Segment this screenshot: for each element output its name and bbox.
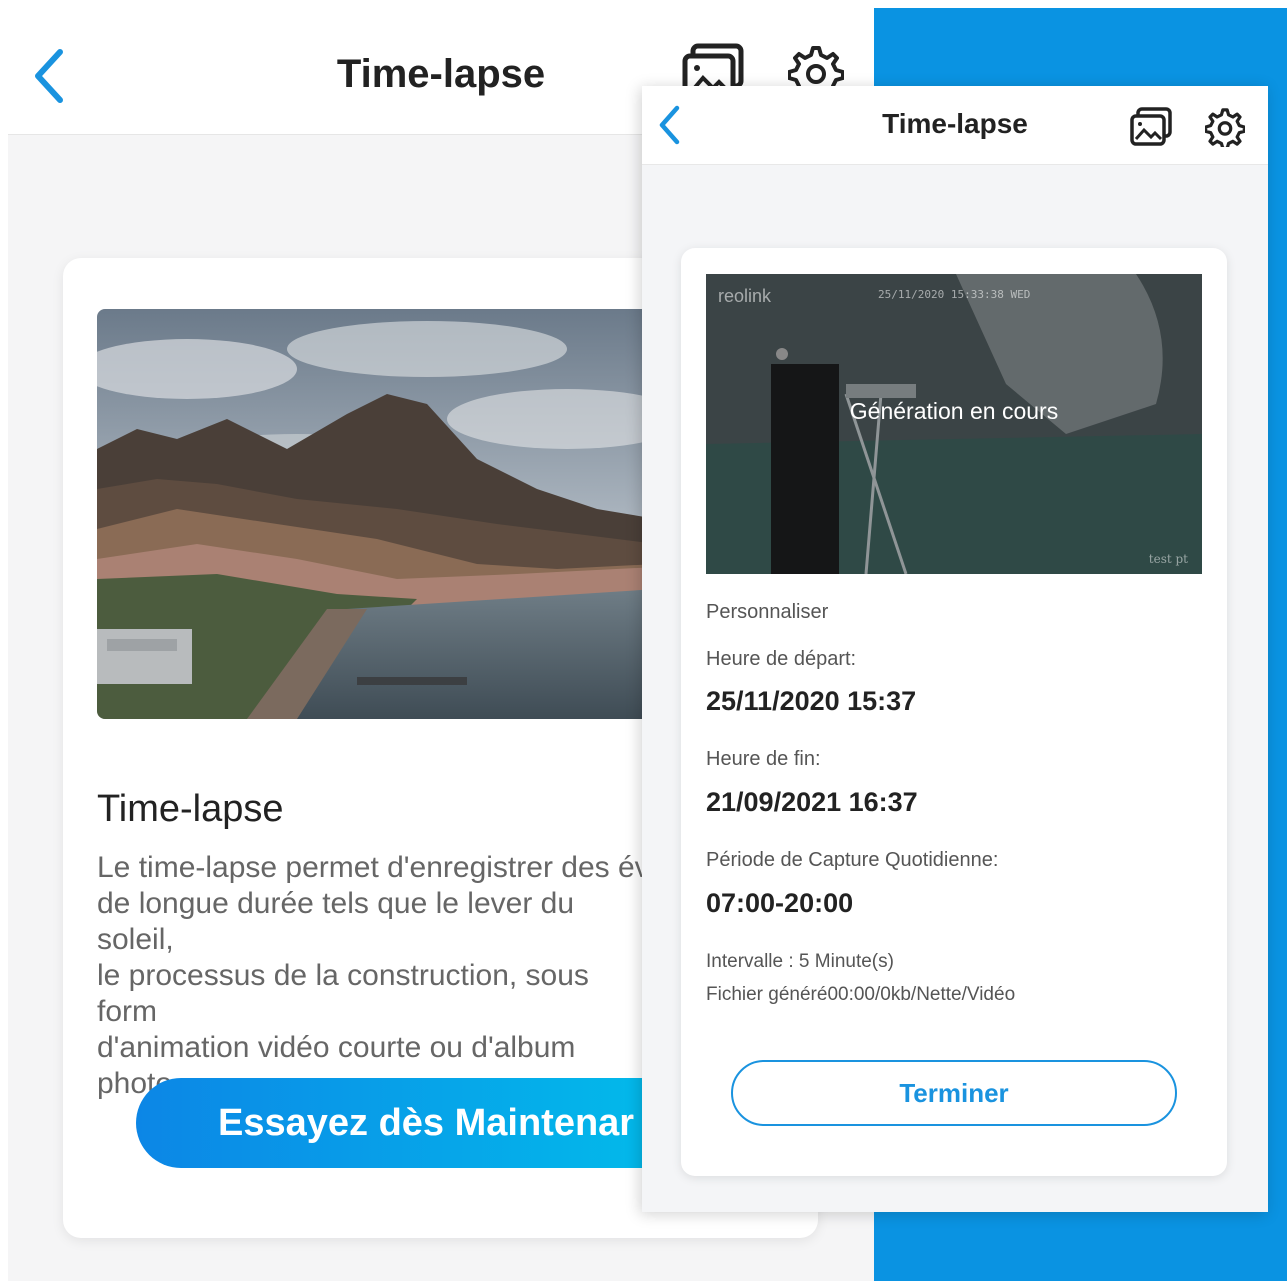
- sample-photo: [97, 309, 657, 719]
- start-time-value: 25/11/2020 15:37: [706, 686, 917, 716]
- camera-name: test pt: [1148, 552, 1188, 566]
- preview-timestamp: 25/11/2020 15:33:38 WED: [878, 288, 1031, 301]
- front-screen-header: Time-lapse: [642, 86, 1268, 165]
- camera-logo: reolink: [718, 286, 772, 306]
- end-time-value: 21/09/2021 16:37: [706, 787, 918, 817]
- video-preview[interactable]: reolink 25/11/2020 15:33:38 WED Générati…: [706, 274, 1202, 574]
- interval-text: Intervalle : 5 Minute(s): [706, 951, 894, 972]
- gallery-icon[interactable]: [1129, 106, 1173, 151]
- file-info-text: Fichier généré00:00/0kb/Nette/Vidéo: [706, 984, 1016, 1005]
- gear-icon[interactable]: [1204, 107, 1246, 152]
- daily-period-value: 07:00-20:00: [706, 888, 854, 918]
- daily-period-label: Période de Capture Quotidienne:: [706, 849, 999, 871]
- card-description: Le time-lapse permet d'enregistrer des é…: [97, 851, 650, 1100]
- card-title: Time-lapse: [97, 788, 284, 830]
- finish-button[interactable]: Terminer: [731, 1060, 1177, 1126]
- end-time-label: Heure de fin:: [706, 748, 821, 770]
- page-title: Time-lapse: [882, 108, 1028, 139]
- timelapse-task-card: reolink 25/11/2020 15:33:38 WED Générati…: [681, 248, 1227, 1176]
- generation-status: Génération en cours: [849, 398, 1059, 424]
- start-time-label: Heure de départ:: [706, 648, 857, 670]
- foreground-screen: Time-lapse reolink 25/11/2020 15:33:38 W…: [642, 86, 1268, 1212]
- mode-label: Personnaliser: [706, 601, 829, 623]
